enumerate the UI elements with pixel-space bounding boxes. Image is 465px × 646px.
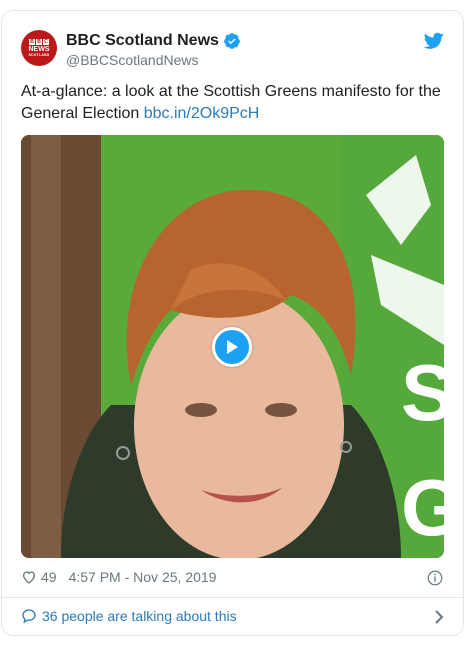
twitter-bird-icon[interactable] [424, 32, 444, 50]
like-count[interactable]: 49 [41, 569, 57, 585]
background-letters-g: G [401, 463, 444, 552]
account-handle[interactable]: @BBCScotlandNews [66, 52, 199, 68]
speech-bubble-icon [22, 609, 36, 624]
bbc-block: C [43, 38, 49, 45]
avatar-news-text: NEWS [28, 45, 50, 53]
tweet-link[interactable]: bbc.in/2Ok9PcH [144, 105, 260, 122]
conversation-link[interactable]: 36 people are talking about this [21, 608, 446, 624]
bbc-block: B [29, 38, 35, 45]
info-icon[interactable] [426, 569, 444, 587]
bbc-block: B [36, 38, 42, 45]
heart-icon[interactable] [21, 569, 37, 585]
timestamp[interactable]: 4:57 PM - Nov 25, 2019 [69, 569, 217, 585]
display-name[interactable]: BBC Scotland News [66, 32, 219, 50]
avatar[interactable]: B B C NEWS SCOTLAND [21, 30, 57, 66]
author-name-row[interactable]: BBC Scotland News [66, 32, 241, 50]
chevron-right-icon[interactable] [432, 609, 446, 625]
tweet-meta: 49 4:57 PM - Nov 25, 2019 [21, 569, 216, 585]
background-letters-sc: SC [401, 348, 444, 437]
play-icon [215, 330, 249, 364]
avatar-scotland-text: SCOTLAND [28, 52, 50, 57]
video-thumbnail[interactable]: SC G [21, 135, 444, 558]
talking-count-text[interactable]: 36 people are talking about this [42, 608, 237, 624]
verified-badge-icon [224, 33, 240, 49]
bbc-logo-blocks: B B C [29, 38, 49, 45]
play-button[interactable] [212, 327, 252, 367]
tweet-text: At-a-glance: a look at the Scottish Gree… [21, 81, 446, 125]
divider [1, 597, 464, 598]
